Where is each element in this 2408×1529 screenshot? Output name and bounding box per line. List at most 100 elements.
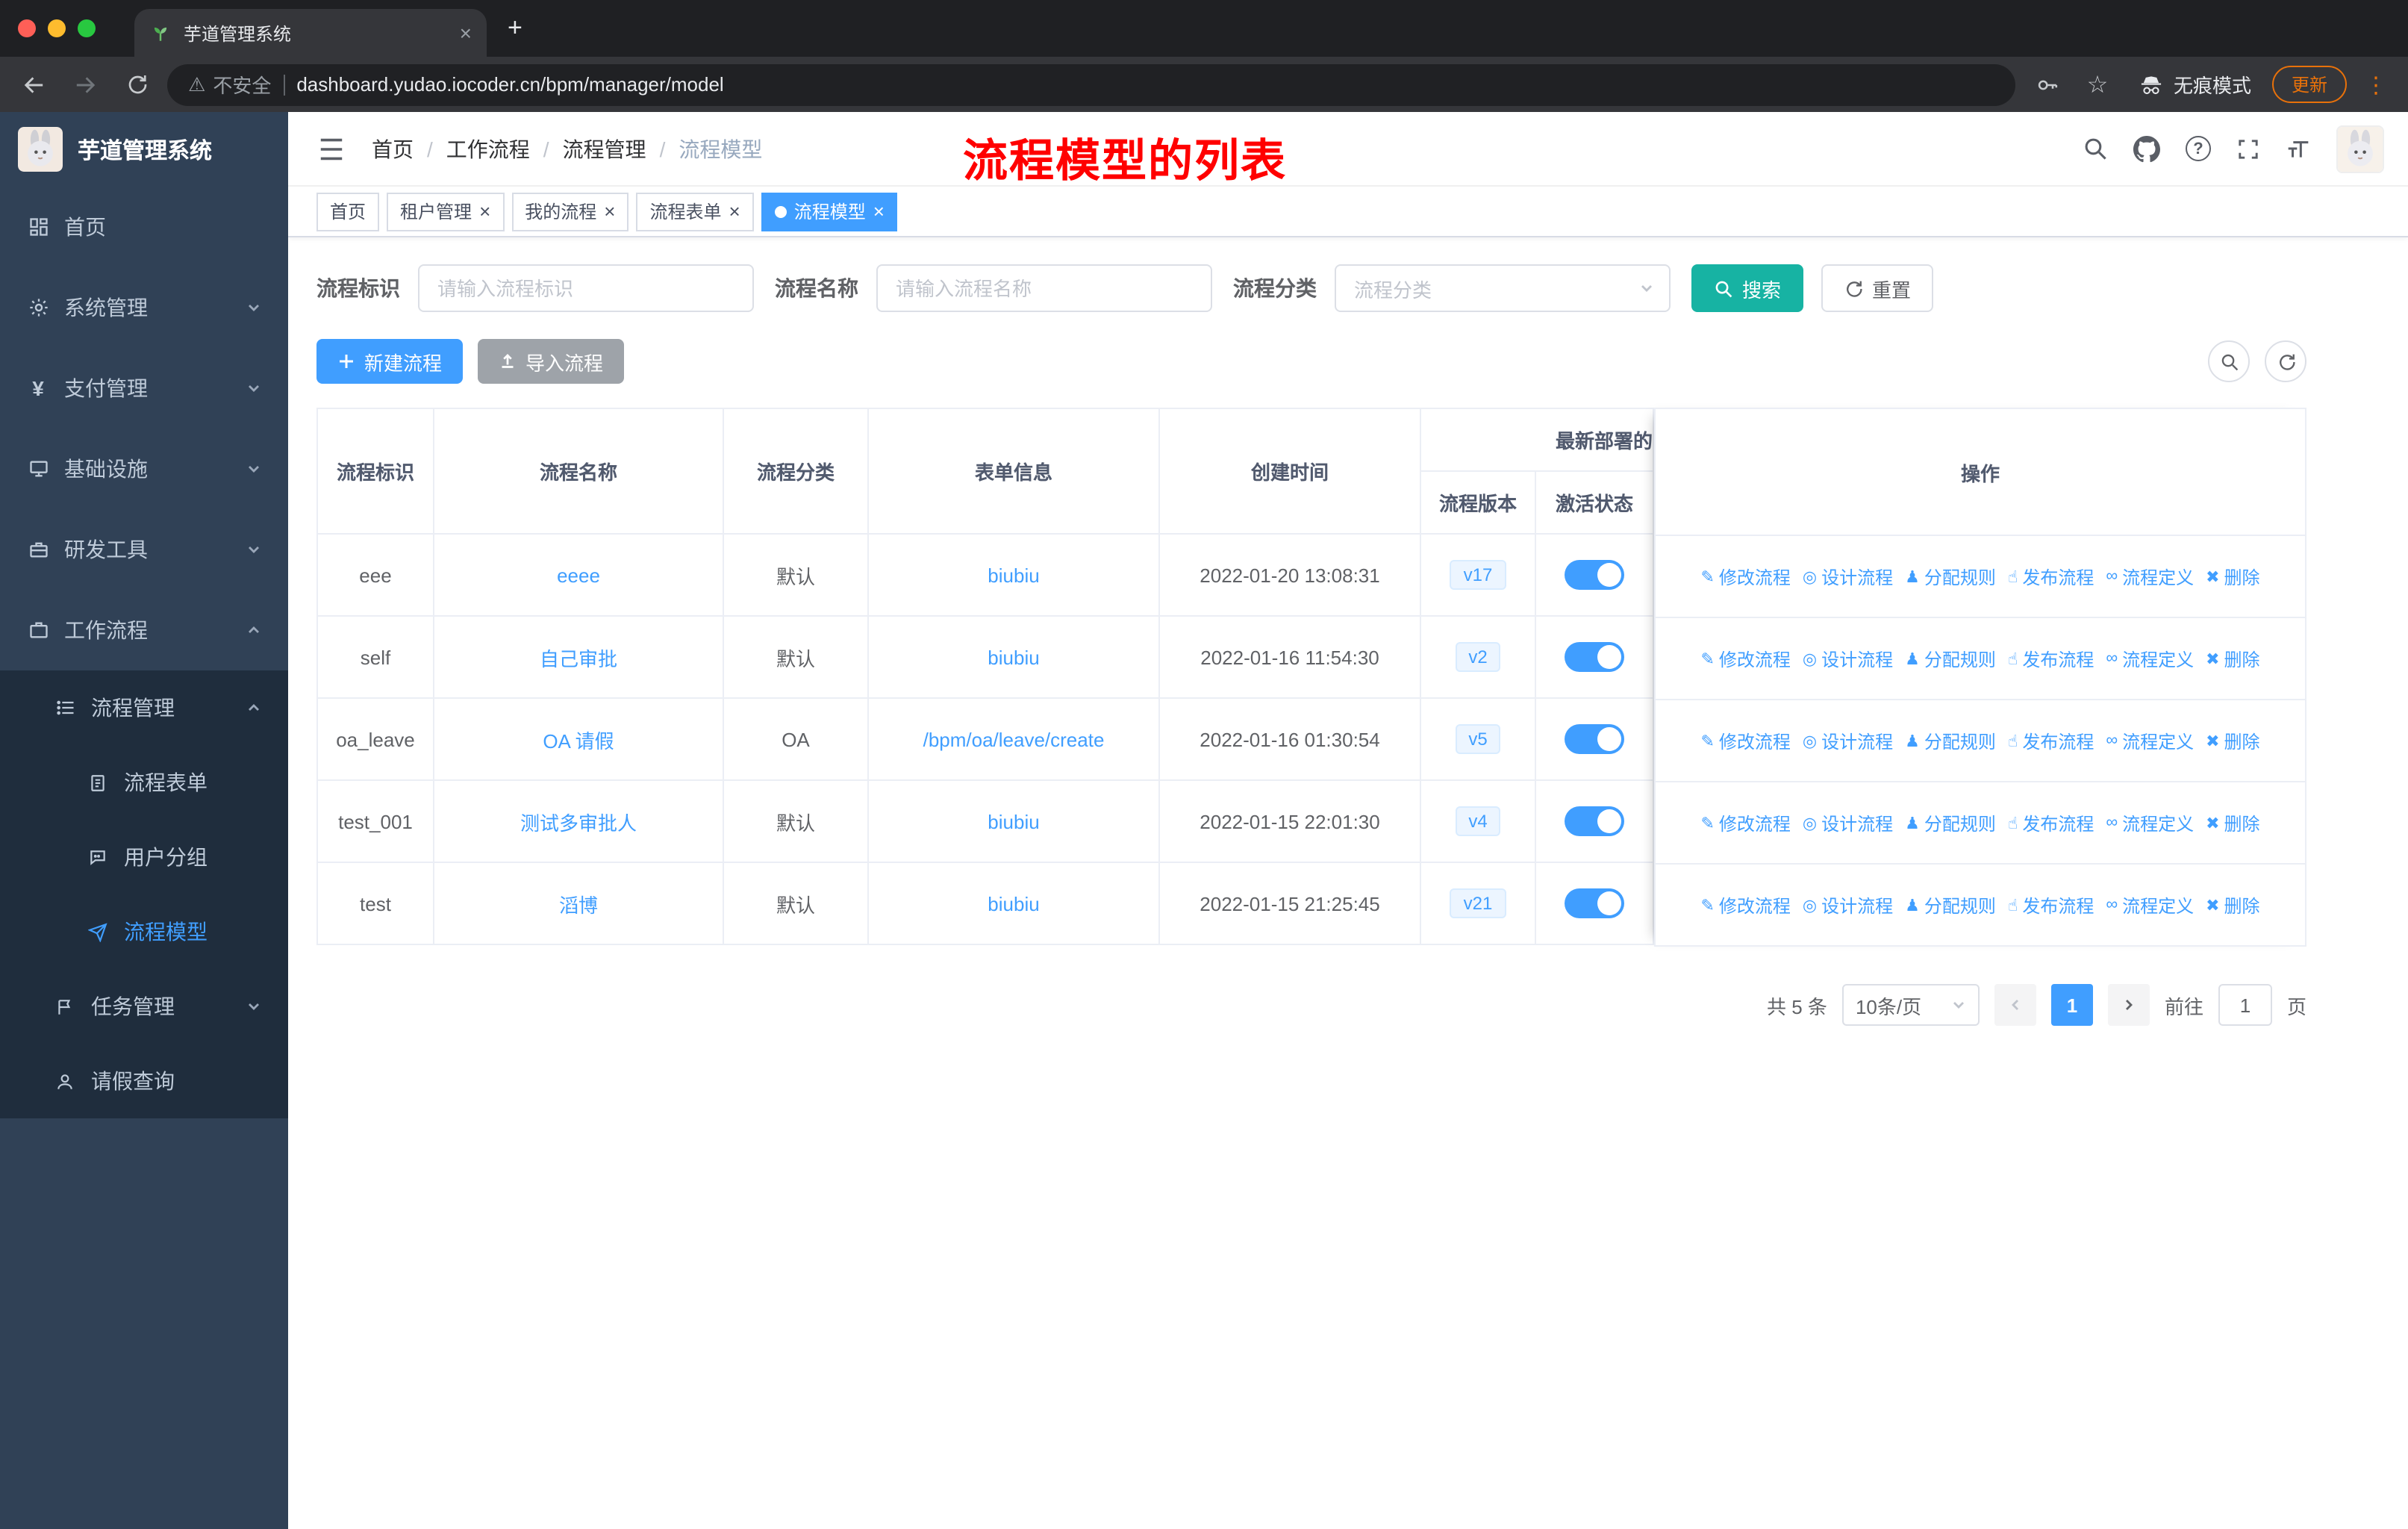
zoom-window-button[interactable]	[78, 19, 96, 37]
sidebar-logo[interactable]: 芋道管理系统	[0, 112, 288, 187]
sidebar-item-user-group[interactable]: 用户分组	[0, 820, 288, 894]
close-icon[interactable]: ×	[479, 200, 490, 222]
process-name-link[interactable]: 自己审批	[434, 617, 724, 699]
security-warning[interactable]: ⚠ 不安全	[188, 70, 271, 99]
close-icon[interactable]: ×	[873, 200, 885, 222]
tag-process-model[interactable]: 流程模型 ×	[761, 192, 898, 231]
password-key-icon[interactable]	[2027, 65, 2066, 104]
active-toggle[interactable]	[1565, 560, 1624, 590]
delete-action[interactable]: ✖ 删除	[2206, 728, 2259, 753]
new-tab-button[interactable]: +	[508, 13, 523, 43]
form-info-link[interactable]: /bpm/oa/leave/create	[869, 699, 1160, 781]
process-definition-action[interactable]: ∞ 流程定义	[2106, 810, 2194, 835]
breadcrumb-process-management[interactable]: 流程管理	[563, 134, 646, 164]
sidebar-item-task-management[interactable]: 任务管理	[0, 969, 288, 1044]
tab-close-icon[interactable]: ×	[460, 21, 472, 45]
close-icon[interactable]: ×	[729, 200, 740, 222]
github-icon[interactable]	[2133, 135, 2160, 162]
url-text[interactable]: dashboard.yudao.iocoder.cn/bpm/manager/m…	[296, 73, 723, 96]
search-icon[interactable]	[2083, 136, 2108, 161]
assign-rule-action[interactable]: ♟ 分配规则	[1905, 892, 1996, 918]
assign-rule-action[interactable]: ♟ 分配规则	[1905, 728, 1996, 753]
form-info-link[interactable]: biubiu	[869, 781, 1160, 863]
active-toggle[interactable]	[1565, 806, 1624, 836]
tag-tenant[interactable]: 租户管理 ×	[387, 192, 505, 231]
user-avatar[interactable]	[2336, 125, 2384, 172]
deploy-process-action[interactable]: ☝ 发布流程	[2008, 728, 2094, 753]
address-bar[interactable]: ⚠ 不安全 dashboard.yudao.iocoder.cn/bpm/man…	[167, 63, 2015, 105]
breadcrumb-workflow[interactable]: 工作流程	[446, 134, 530, 164]
sidebar-item-payment[interactable]: ¥ 支付管理	[0, 348, 288, 429]
browser-menu-icon[interactable]: ⋮	[2359, 71, 2393, 98]
close-window-button[interactable]	[18, 19, 36, 37]
sidebar-item-leave-query[interactable]: 请假查询	[0, 1044, 288, 1118]
deploy-process-action[interactable]: ☝ 发布流程	[2008, 564, 2094, 589]
name-filter-input[interactable]	[876, 264, 1212, 312]
delete-action[interactable]: ✖ 删除	[2206, 892, 2259, 918]
assign-rule-action[interactable]: ♟ 分配规则	[1905, 810, 1996, 835]
design-process-action[interactable]: ◎ 设计流程	[1803, 728, 1893, 753]
reload-icon[interactable]	[116, 65, 155, 104]
help-icon[interactable]: ?	[2186, 136, 2211, 161]
edit-process-action[interactable]: ✎ 修改流程	[1700, 728, 1790, 753]
process-name-link[interactable]: 滔博	[434, 863, 724, 945]
key-filter-input[interactable]	[418, 264, 754, 312]
process-definition-action[interactable]: ∞ 流程定义	[2106, 564, 2194, 589]
back-icon[interactable]	[15, 65, 54, 104]
next-page-button[interactable]	[2107, 984, 2150, 1026]
process-definition-action[interactable]: ∞ 流程定义	[2106, 646, 2194, 671]
design-process-action[interactable]: ◎ 设计流程	[1803, 810, 1893, 835]
active-toggle[interactable]	[1565, 642, 1624, 672]
sidebar-item-workflow[interactable]: 工作流程	[0, 590, 288, 670]
show-search-button[interactable]	[2208, 340, 2250, 382]
delete-action[interactable]: ✖ 删除	[2206, 646, 2259, 671]
bookmark-star-icon[interactable]: ☆	[2078, 65, 2117, 104]
design-process-action[interactable]: ◎ 设计流程	[1803, 892, 1893, 918]
font-size-icon[interactable]	[2286, 137, 2311, 160]
import-process-button[interactable]: 导入流程	[478, 339, 625, 384]
page-size-select[interactable]: 10条/页	[1841, 984, 1980, 1026]
minimize-window-button[interactable]	[48, 19, 66, 37]
goto-page-input[interactable]	[2218, 984, 2272, 1026]
tag-process-form[interactable]: 流程表单 ×	[636, 192, 754, 231]
close-icon[interactable]: ×	[604, 200, 615, 222]
fullscreen-icon[interactable]	[2236, 137, 2260, 161]
sidebar-item-home[interactable]: 首页	[0, 187, 288, 267]
deploy-process-action[interactable]: ☝ 发布流程	[2008, 892, 2094, 918]
edit-process-action[interactable]: ✎ 修改流程	[1700, 892, 1790, 918]
deploy-process-action[interactable]: ☝ 发布流程	[2008, 646, 2094, 671]
sidebar-item-infrastructure[interactable]: 基础设施	[0, 429, 288, 509]
browser-tab[interactable]: 芋道管理系统 ×	[134, 9, 487, 57]
assign-rule-action[interactable]: ♟ 分配规则	[1905, 646, 1996, 671]
current-page-button[interactable]: 1	[2050, 984, 2093, 1026]
process-name-link[interactable]: eeee	[434, 535, 724, 617]
sidebar-item-process-management[interactable]: 流程管理	[0, 670, 288, 745]
incognito-profile-chip[interactable]: 无痕模式	[2129, 70, 2260, 99]
deploy-process-action[interactable]: ☝ 发布流程	[2008, 810, 2094, 835]
form-info-link[interactable]: biubiu	[869, 617, 1160, 699]
active-toggle[interactable]	[1565, 724, 1624, 754]
sidebar-item-process-form[interactable]: 流程表单	[0, 745, 288, 820]
edit-process-action[interactable]: ✎ 修改流程	[1700, 646, 1790, 671]
delete-action[interactable]: ✖ 删除	[2206, 810, 2259, 835]
tag-home[interactable]: 首页	[316, 192, 380, 231]
process-name-link[interactable]: OA 请假	[434, 699, 724, 781]
design-process-action[interactable]: ◎ 设计流程	[1803, 646, 1893, 671]
tag-my-process[interactable]: 我的流程 ×	[511, 192, 629, 231]
process-name-link[interactable]: 测试多审批人	[434, 781, 724, 863]
assign-rule-action[interactable]: ♟ 分配规则	[1905, 564, 1996, 589]
edit-process-action[interactable]: ✎ 修改流程	[1700, 564, 1790, 589]
sidebar-item-system[interactable]: 系统管理	[0, 267, 288, 348]
design-process-action[interactable]: ◎ 设计流程	[1803, 564, 1893, 589]
reset-button[interactable]: 重置	[1821, 264, 1934, 312]
prev-page-button[interactable]	[1994, 984, 2036, 1026]
refresh-table-button[interactable]	[2265, 340, 2306, 382]
sidebar-item-devtools[interactable]: 研发工具	[0, 509, 288, 590]
hamburger-icon[interactable]	[312, 131, 351, 166]
create-process-button[interactable]: 新建流程	[316, 339, 464, 384]
form-info-link[interactable]: biubiu	[869, 863, 1160, 945]
active-toggle[interactable]	[1565, 888, 1624, 918]
category-select[interactable]: 流程分类	[1335, 264, 1671, 312]
update-button[interactable]: 更新	[2271, 66, 2347, 103]
breadcrumb-home[interactable]: 首页	[372, 134, 414, 164]
